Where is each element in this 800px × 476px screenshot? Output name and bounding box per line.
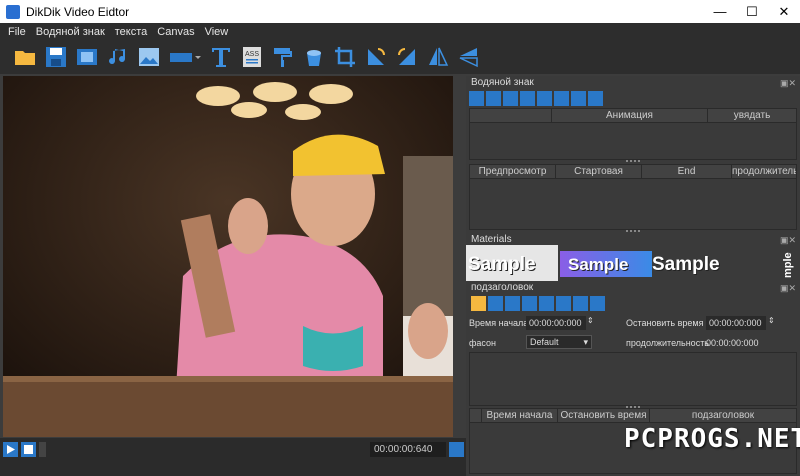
chevron-down-icon: ▾ — [583, 337, 588, 347]
menu-text[interactable]: текста — [115, 26, 148, 38]
column-header[interactable]: подзаголовок — [650, 409, 796, 422]
crop-icon[interactable] — [332, 44, 358, 70]
fullscreen-icon[interactable] — [449, 442, 464, 457]
style-select[interactable]: Default ▾ — [526, 335, 592, 349]
style-label: фасон — [469, 338, 496, 348]
stop-time-label: Остановить время — [626, 318, 704, 328]
subtitle-toolbar — [471, 296, 607, 311]
remove-icon[interactable] — [522, 296, 537, 311]
column-header[interactable]: Анимация — [552, 109, 708, 122]
move-up-icon[interactable] — [469, 91, 484, 106]
save-icon[interactable] — [43, 44, 69, 70]
column-header[interactable]: продолжительность — [732, 165, 796, 178]
column-header[interactable]: увядать — [708, 109, 796, 122]
splitter-handle[interactable] — [626, 160, 640, 162]
flip-vertical-icon[interactable] — [456, 44, 482, 70]
bucket-icon[interactable] — [301, 44, 327, 70]
stop-icon[interactable] — [21, 442, 36, 457]
column-header[interactable]: Время начала — [482, 409, 558, 422]
start-time-label: Время начала — [469, 318, 529, 328]
minimize-button[interactable]: — — [704, 0, 736, 23]
maximize-button[interactable]: ☐ — [736, 0, 768, 23]
save-subtitle-icon[interactable] — [488, 296, 503, 311]
splitter-handle[interactable] — [626, 230, 640, 232]
move-down-icon[interactable] — [486, 91, 501, 106]
video-frame-image — [3, 76, 453, 437]
subtitle-editor-area[interactable] — [469, 352, 797, 406]
rotate-left-icon[interactable] — [363, 44, 389, 70]
site-watermark: PCPROGS.NET — [624, 424, 800, 454]
effects-icon[interactable] — [556, 296, 571, 311]
menu-canvas[interactable]: Canvas — [157, 26, 194, 38]
start-time-field[interactable]: 00:00:00:000 — [526, 316, 586, 330]
spin-icon[interactable]: ⇕ — [768, 316, 775, 325]
style-select-value: Default — [530, 337, 559, 347]
video-preview[interactable] — [3, 76, 453, 437]
ass-label: ASS — [245, 51, 259, 58]
spin-icon[interactable]: ⇕ — [587, 316, 594, 325]
split-icon[interactable] — [590, 296, 605, 311]
seek-slider-handle[interactable] — [39, 442, 46, 457]
title-bar: DikDik Video Eidtor — ☐ ✕ — [0, 0, 800, 23]
watermark-panel-title: Водяной знак — [471, 77, 534, 88]
panel-float-close-icon[interactable]: ▣✕ — [780, 77, 796, 90]
align-top-icon[interactable] — [554, 91, 569, 106]
music-icon[interactable] — [105, 44, 131, 70]
subtitle-panel-title: подзаголовок — [471, 282, 534, 293]
paint-roller-icon[interactable] — [270, 44, 296, 70]
duration-value: 00:00:00:000 — [706, 338, 759, 348]
align-center-icon[interactable] — [520, 91, 535, 106]
menu-watermark[interactable]: Водяной знак — [36, 26, 105, 38]
material-sample[interactable]: Sample — [468, 253, 536, 277]
image-icon[interactable] — [136, 44, 162, 70]
timing-table[interactable]: Предпросмотр Стартовая End продолжительн… — [469, 164, 797, 230]
materials-panel-title: Materials — [471, 234, 512, 245]
clock-icon[interactable] — [573, 296, 588, 311]
flip-horizontal-icon[interactable] — [425, 44, 451, 70]
row-header-corner — [470, 409, 482, 422]
right-panel: Водяной знак ▣✕ Анимация увядать Предпро… — [466, 76, 800, 476]
transport-bar: 00:00:00:640 — [0, 438, 466, 476]
play-icon[interactable] — [3, 442, 18, 457]
column-header[interactable]: End — [642, 165, 732, 178]
watermark-panel-header: Водяной знак ▣✕ — [466, 76, 800, 89]
material-sample[interactable]: Sample — [652, 253, 720, 277]
toolbar: ASS — [0, 40, 800, 74]
animation-table[interactable]: Анимация увядать — [469, 108, 797, 160]
align-bottom-icon[interactable] — [588, 91, 603, 106]
panel-float-close-icon[interactable]: ▣✕ — [780, 282, 796, 295]
watermark-toolbar — [469, 91, 605, 106]
open-subtitle-icon[interactable] — [471, 296, 486, 311]
rotate-right-icon[interactable] — [394, 44, 420, 70]
folder-open-icon[interactable] — [12, 44, 38, 70]
video-clip-icon[interactable] — [74, 44, 100, 70]
subtitle-panel-header: подзаголовок ▣✕ — [466, 281, 800, 294]
column-header[interactable]: Остановить время — [558, 409, 650, 422]
align-middle-icon[interactable] — [571, 91, 586, 106]
column-header[interactable] — [470, 109, 552, 122]
align-left-icon[interactable] — [503, 91, 518, 106]
align-right-icon[interactable] — [537, 91, 552, 106]
menu-view[interactable]: View — [205, 26, 229, 38]
stop-time-field[interactable]: 00:00:00:000 — [706, 316, 766, 330]
close-button[interactable]: ✕ — [768, 0, 800, 23]
window-title: DikDik Video Eidtor — [26, 4, 130, 19]
app-icon — [6, 4, 20, 19]
column-header[interactable]: Стартовая — [556, 165, 642, 178]
menu-bar: File Водяной знак текста Canvas View — [0, 23, 800, 40]
menu-file[interactable]: File — [8, 26, 26, 38]
text-icon[interactable] — [208, 44, 234, 70]
shape-icon[interactable] — [167, 44, 203, 70]
add-icon[interactable] — [505, 296, 520, 311]
duration-label: продолжительность — [626, 338, 709, 348]
timecode-display: 00:00:00:640 — [370, 442, 446, 457]
style-s-icon[interactable] — [539, 296, 554, 311]
materials-strip: Sample Sample Sample — [466, 245, 786, 281]
ass-subtitle-icon[interactable]: ASS — [239, 44, 265, 70]
material-sample[interactable]: Sample — [568, 253, 628, 277]
material-sample[interactable]: mple — [782, 252, 794, 278]
column-header[interactable]: Предпросмотр — [470, 165, 556, 178]
